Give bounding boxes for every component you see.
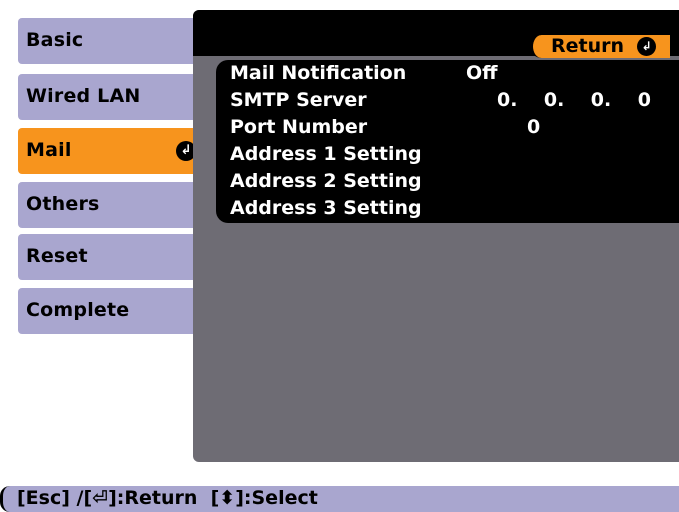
setting-label: Address 3 Setting — [230, 197, 422, 219]
setting-label: SMTP Server — [230, 89, 367, 111]
return-button[interactable]: Return ↲ — [530, 35, 670, 58]
setting-row-address-1[interactable]: Address 1 Setting — [216, 141, 679, 168]
settings-panel: Return ↲ Mail Notification Off SMTP Serv… — [193, 10, 679, 462]
setting-label: Address 1 Setting — [230, 143, 422, 165]
menu-item-label: Mail — [26, 139, 72, 161]
setting-value: Off — [466, 62, 498, 84]
projector-network-settings-screen: Basic Wired LAN Mail ↲ Others Reset Comp… — [0, 0, 679, 512]
menu-item-label: Basic — [26, 29, 84, 51]
return-label: Return — [551, 35, 625, 57]
setting-row-mail-notification[interactable]: Mail Notification Off — [216, 60, 679, 87]
setting-row-address-2[interactable]: Address 2 Setting — [216, 168, 679, 195]
setting-row-address-3[interactable]: Address 3 Setting — [216, 195, 679, 222]
menu-item-label: Others — [26, 193, 100, 215]
menu-item-reset[interactable]: Reset — [18, 234, 216, 280]
setting-label: Address 2 Setting — [230, 170, 422, 192]
menu-item-complete[interactable]: Complete — [18, 288, 216, 334]
menu-item-mail[interactable]: Mail ↲ — [18, 128, 204, 174]
help-bar: [Esc] /[⏎]:Return [⬍]:Select — [0, 486, 679, 512]
enter-icon: ↲ — [637, 37, 656, 56]
menu-item-wired-lan[interactable]: Wired LAN — [18, 74, 216, 120]
help-text: [Esc] /[⏎]:Return [⬍]:Select — [17, 487, 318, 509]
setting-label: Port Number — [230, 116, 368, 138]
menu-item-others[interactable]: Others — [18, 182, 216, 228]
setting-value: 0. 0. 0. 0 — [497, 89, 651, 111]
menu-item-basic[interactable]: Basic — [18, 18, 216, 64]
menu-item-label: Complete — [26, 299, 130, 321]
setting-row-port-number[interactable]: Port Number 0 — [216, 114, 679, 141]
mail-settings-list: Mail Notification Off SMTP Server 0. 0. … — [216, 60, 679, 223]
setting-value: 0 — [527, 116, 541, 138]
setting-row-smtp-server[interactable]: SMTP Server 0. 0. 0. 0 — [216, 87, 679, 114]
menu-item-label: Reset — [26, 245, 88, 267]
setting-label: Mail Notification — [230, 62, 407, 84]
menu-item-label: Wired LAN — [26, 85, 141, 107]
